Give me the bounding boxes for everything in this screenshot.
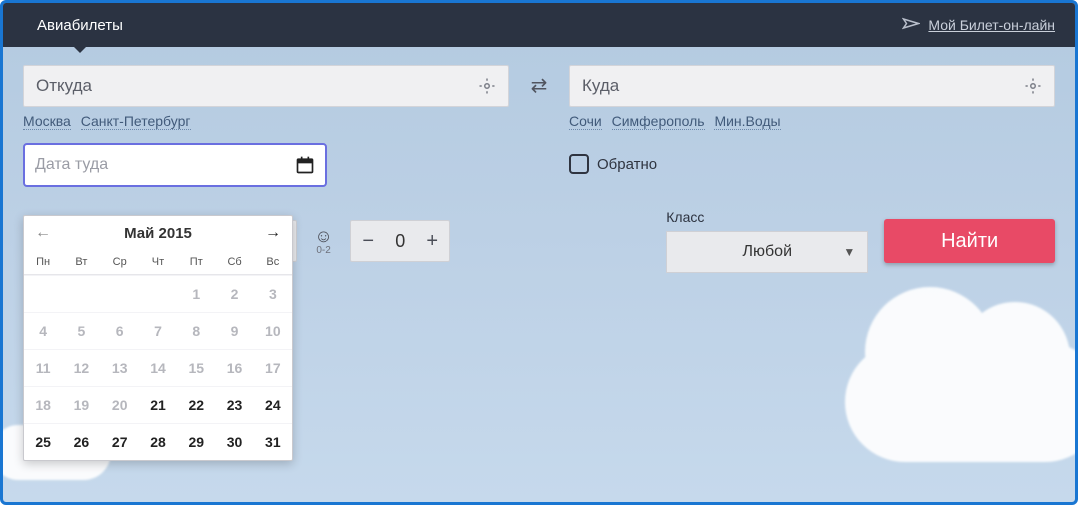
- calendar-dow: Пт: [177, 250, 215, 275]
- calendar-day[interactable]: 23: [215, 386, 253, 423]
- calendar-day: 2: [215, 275, 253, 312]
- calendar-day: 1: [177, 275, 215, 312]
- calendar-day: 16: [215, 349, 253, 386]
- calendar-day[interactable]: 26: [62, 423, 100, 460]
- calendar-dow: Сб: [215, 250, 253, 275]
- calendar-dow: Чт: [139, 250, 177, 275]
- tab-flights[interactable]: Авиабилеты: [23, 5, 137, 46]
- calendar-dow: Вт: [62, 250, 100, 275]
- calendar-dow: Пн: [24, 250, 62, 275]
- calendar-blank: [139, 275, 177, 312]
- calendar-day: 4: [24, 312, 62, 349]
- calendar-blank: [24, 275, 62, 312]
- calendar-day: 5: [62, 312, 100, 349]
- depart-col: Дата туда: [23, 143, 509, 187]
- form-body: Откуда Москва Санкт-Петербург ⇄ Куда: [3, 47, 1075, 291]
- to-col: Куда Сочи Симферополь Мин.Воды: [569, 65, 1055, 129]
- calendar-day[interactable]: 31: [254, 423, 292, 460]
- swap-button[interactable]: ⇄: [523, 65, 555, 105]
- class-block: Класс Любой ▼: [666, 209, 868, 273]
- checkbox-icon: [569, 154, 589, 174]
- geolocation-icon[interactable]: [478, 77, 496, 95]
- calendar-day: 3: [254, 275, 292, 312]
- to-quick-links: Сочи Симферополь Мин.Воды: [569, 113, 1055, 129]
- calendar-day[interactable]: 27: [101, 423, 139, 460]
- quick-to-1[interactable]: Симферополь: [612, 113, 705, 130]
- calendar-prev[interactable]: ←: [34, 224, 52, 242]
- search-button[interactable]: Найти: [884, 219, 1055, 263]
- calendar-day: 12: [62, 349, 100, 386]
- calendar-header: ← Май 2015 →: [24, 216, 292, 250]
- calendar-dow: Вс: [254, 250, 292, 275]
- class-select[interactable]: Любой ▼: [666, 231, 868, 273]
- my-ticket-link-wrap: Мой Билет-он-лайн: [902, 16, 1055, 34]
- quick-from-1[interactable]: Санкт-Петербург: [81, 113, 191, 130]
- quick-to-0[interactable]: Сочи: [569, 113, 602, 130]
- return-checkbox-wrap[interactable]: Обратно: [569, 143, 1055, 185]
- from-input[interactable]: Откуда: [23, 65, 509, 107]
- from-quick-links: Москва Санкт-Петербург: [23, 113, 509, 129]
- depart-date-input[interactable]: Дата туда: [23, 143, 327, 187]
- swap-icon: ⇄: [531, 73, 548, 98]
- class-selected: Любой: [743, 243, 793, 261]
- depart-placeholder: Дата туда: [35, 156, 108, 174]
- calendar-day: 9: [215, 312, 253, 349]
- calendar-icon[interactable]: [295, 155, 315, 175]
- flight-search-widget: Авиабилеты Мой Билет-он-лайн Откуда Моск…: [0, 0, 1078, 505]
- my-ticket-link[interactable]: Мой Билет-он-лайн: [928, 17, 1055, 33]
- to-input[interactable]: Куда: [569, 65, 1055, 107]
- quick-to-2[interactable]: Мин.Воды: [714, 113, 780, 130]
- calendar-day[interactable]: 24: [254, 386, 292, 423]
- header-bar: Авиабилеты Мой Билет-он-лайн: [3, 3, 1075, 47]
- calendar-grid: ПнВтСрЧтПтСбВс12345678910111213141516171…: [24, 250, 292, 460]
- return-label: Обратно: [597, 156, 657, 173]
- calendar-day: 10: [254, 312, 292, 349]
- baby-minus[interactable]: −: [351, 221, 385, 261]
- chevron-down-icon: ▼: [843, 245, 855, 259]
- route-row: Откуда Москва Санкт-Петербург ⇄ Куда: [23, 65, 1055, 129]
- quick-from-0[interactable]: Москва: [23, 113, 71, 130]
- baby-count-stepper: − 0 +: [350, 220, 450, 262]
- date-row: Дата туда Обратно: [23, 143, 1055, 187]
- calendar-day: 11: [24, 349, 62, 386]
- cloud-decoration: [845, 342, 1078, 462]
- calendar-day: 8: [177, 312, 215, 349]
- calendar-blank: [62, 275, 100, 312]
- calendar-next[interactable]: →: [264, 224, 282, 242]
- baby-icon: ☺0-2: [313, 226, 334, 256]
- calendar-day: 20: [101, 386, 139, 423]
- calendar-day: 14: [139, 349, 177, 386]
- calendar-popup: ← Май 2015 → ПнВтСрЧтПтСбВс1234567891011…: [23, 215, 293, 461]
- to-placeholder: Куда: [582, 76, 619, 96]
- geolocation-icon[interactable]: [1024, 77, 1042, 95]
- calendar-day: 19: [62, 386, 100, 423]
- from-col: Откуда Москва Санкт-Петербург: [23, 65, 509, 129]
- calendar-day: 15: [177, 349, 215, 386]
- calendar-blank: [101, 275, 139, 312]
- calendar-day[interactable]: 21: [139, 386, 177, 423]
- calendar-day[interactable]: 30: [215, 423, 253, 460]
- calendar-day: 18: [24, 386, 62, 423]
- calendar-day[interactable]: 22: [177, 386, 215, 423]
- calendar-day[interactable]: 28: [139, 423, 177, 460]
- calendar-day: 13: [101, 349, 139, 386]
- calendar-title: Май 2015: [124, 225, 192, 242]
- calendar-day[interactable]: 29: [177, 423, 215, 460]
- calendar-day: 17: [254, 349, 292, 386]
- return-col: Обратно: [569, 143, 1055, 185]
- class-label: Класс: [666, 209, 868, 225]
- from-placeholder: Откуда: [36, 76, 92, 96]
- calendar-dow: Ср: [101, 250, 139, 275]
- baby-plus[interactable]: +: [415, 221, 449, 261]
- calendar-day[interactable]: 25: [24, 423, 62, 460]
- calendar-day: 6: [101, 312, 139, 349]
- airplane-icon: [902, 16, 920, 34]
- calendar-day: 7: [139, 312, 177, 349]
- baby-count: 0: [385, 231, 415, 252]
